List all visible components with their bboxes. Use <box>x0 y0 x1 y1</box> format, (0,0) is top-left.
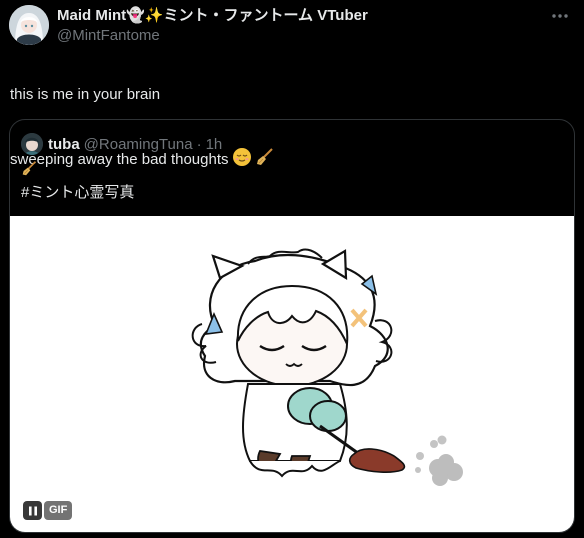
pause-button[interactable] <box>23 501 42 520</box>
author-handle[interactable]: @MintFantome <box>57 26 527 45</box>
pause-icon <box>28 506 37 515</box>
broom-emoji-icon <box>21 160 134 183</box>
hashtag-link[interactable]: #ミント心霊写真 <box>21 183 134 203</box>
author-avatar[interactable] <box>9 5 49 45</box>
quoted-author-avatar[interactable] <box>21 133 43 155</box>
tweet: Maid Mint👻✨ミント・ファントーム VTuber @MintFantom… <box>0 0 584 538</box>
quoted-tweet-text: #ミント心霊写真 <box>21 160 134 203</box>
author-display-name[interactable]: Maid Mint👻✨ミント・ファントーム VTuber <box>57 6 527 25</box>
tweet-text-line-1: this is me in your brain <box>10 86 161 103</box>
gif-controls: GIF <box>23 501 73 520</box>
more-horizontal-icon <box>552 14 568 18</box>
quoted-tweet-header: tuba @RoamingTuna · 1h <box>21 133 222 155</box>
separator-dot: · <box>196 135 202 153</box>
quoted-author-handle[interactable]: @RoamingTuna <box>84 135 193 154</box>
gif-media[interactable]: GIF <box>10 216 574 532</box>
quoted-timestamp[interactable]: 1h <box>206 135 223 154</box>
quoted-author-name[interactable]: tuba <box>48 135 80 154</box>
quoted-tweet[interactable]: tuba @RoamingTuna · 1h #ミント心霊写真 GIF <box>9 119 575 533</box>
gif-badge: GIF <box>44 501 73 520</box>
more-options-button[interactable] <box>548 4 572 28</box>
tweet-header: Maid Mint👻✨ミント・ファントーム VTuber @MintFantom… <box>57 6 527 45</box>
chibi-maid-sweeping-illustration <box>191 248 463 486</box>
